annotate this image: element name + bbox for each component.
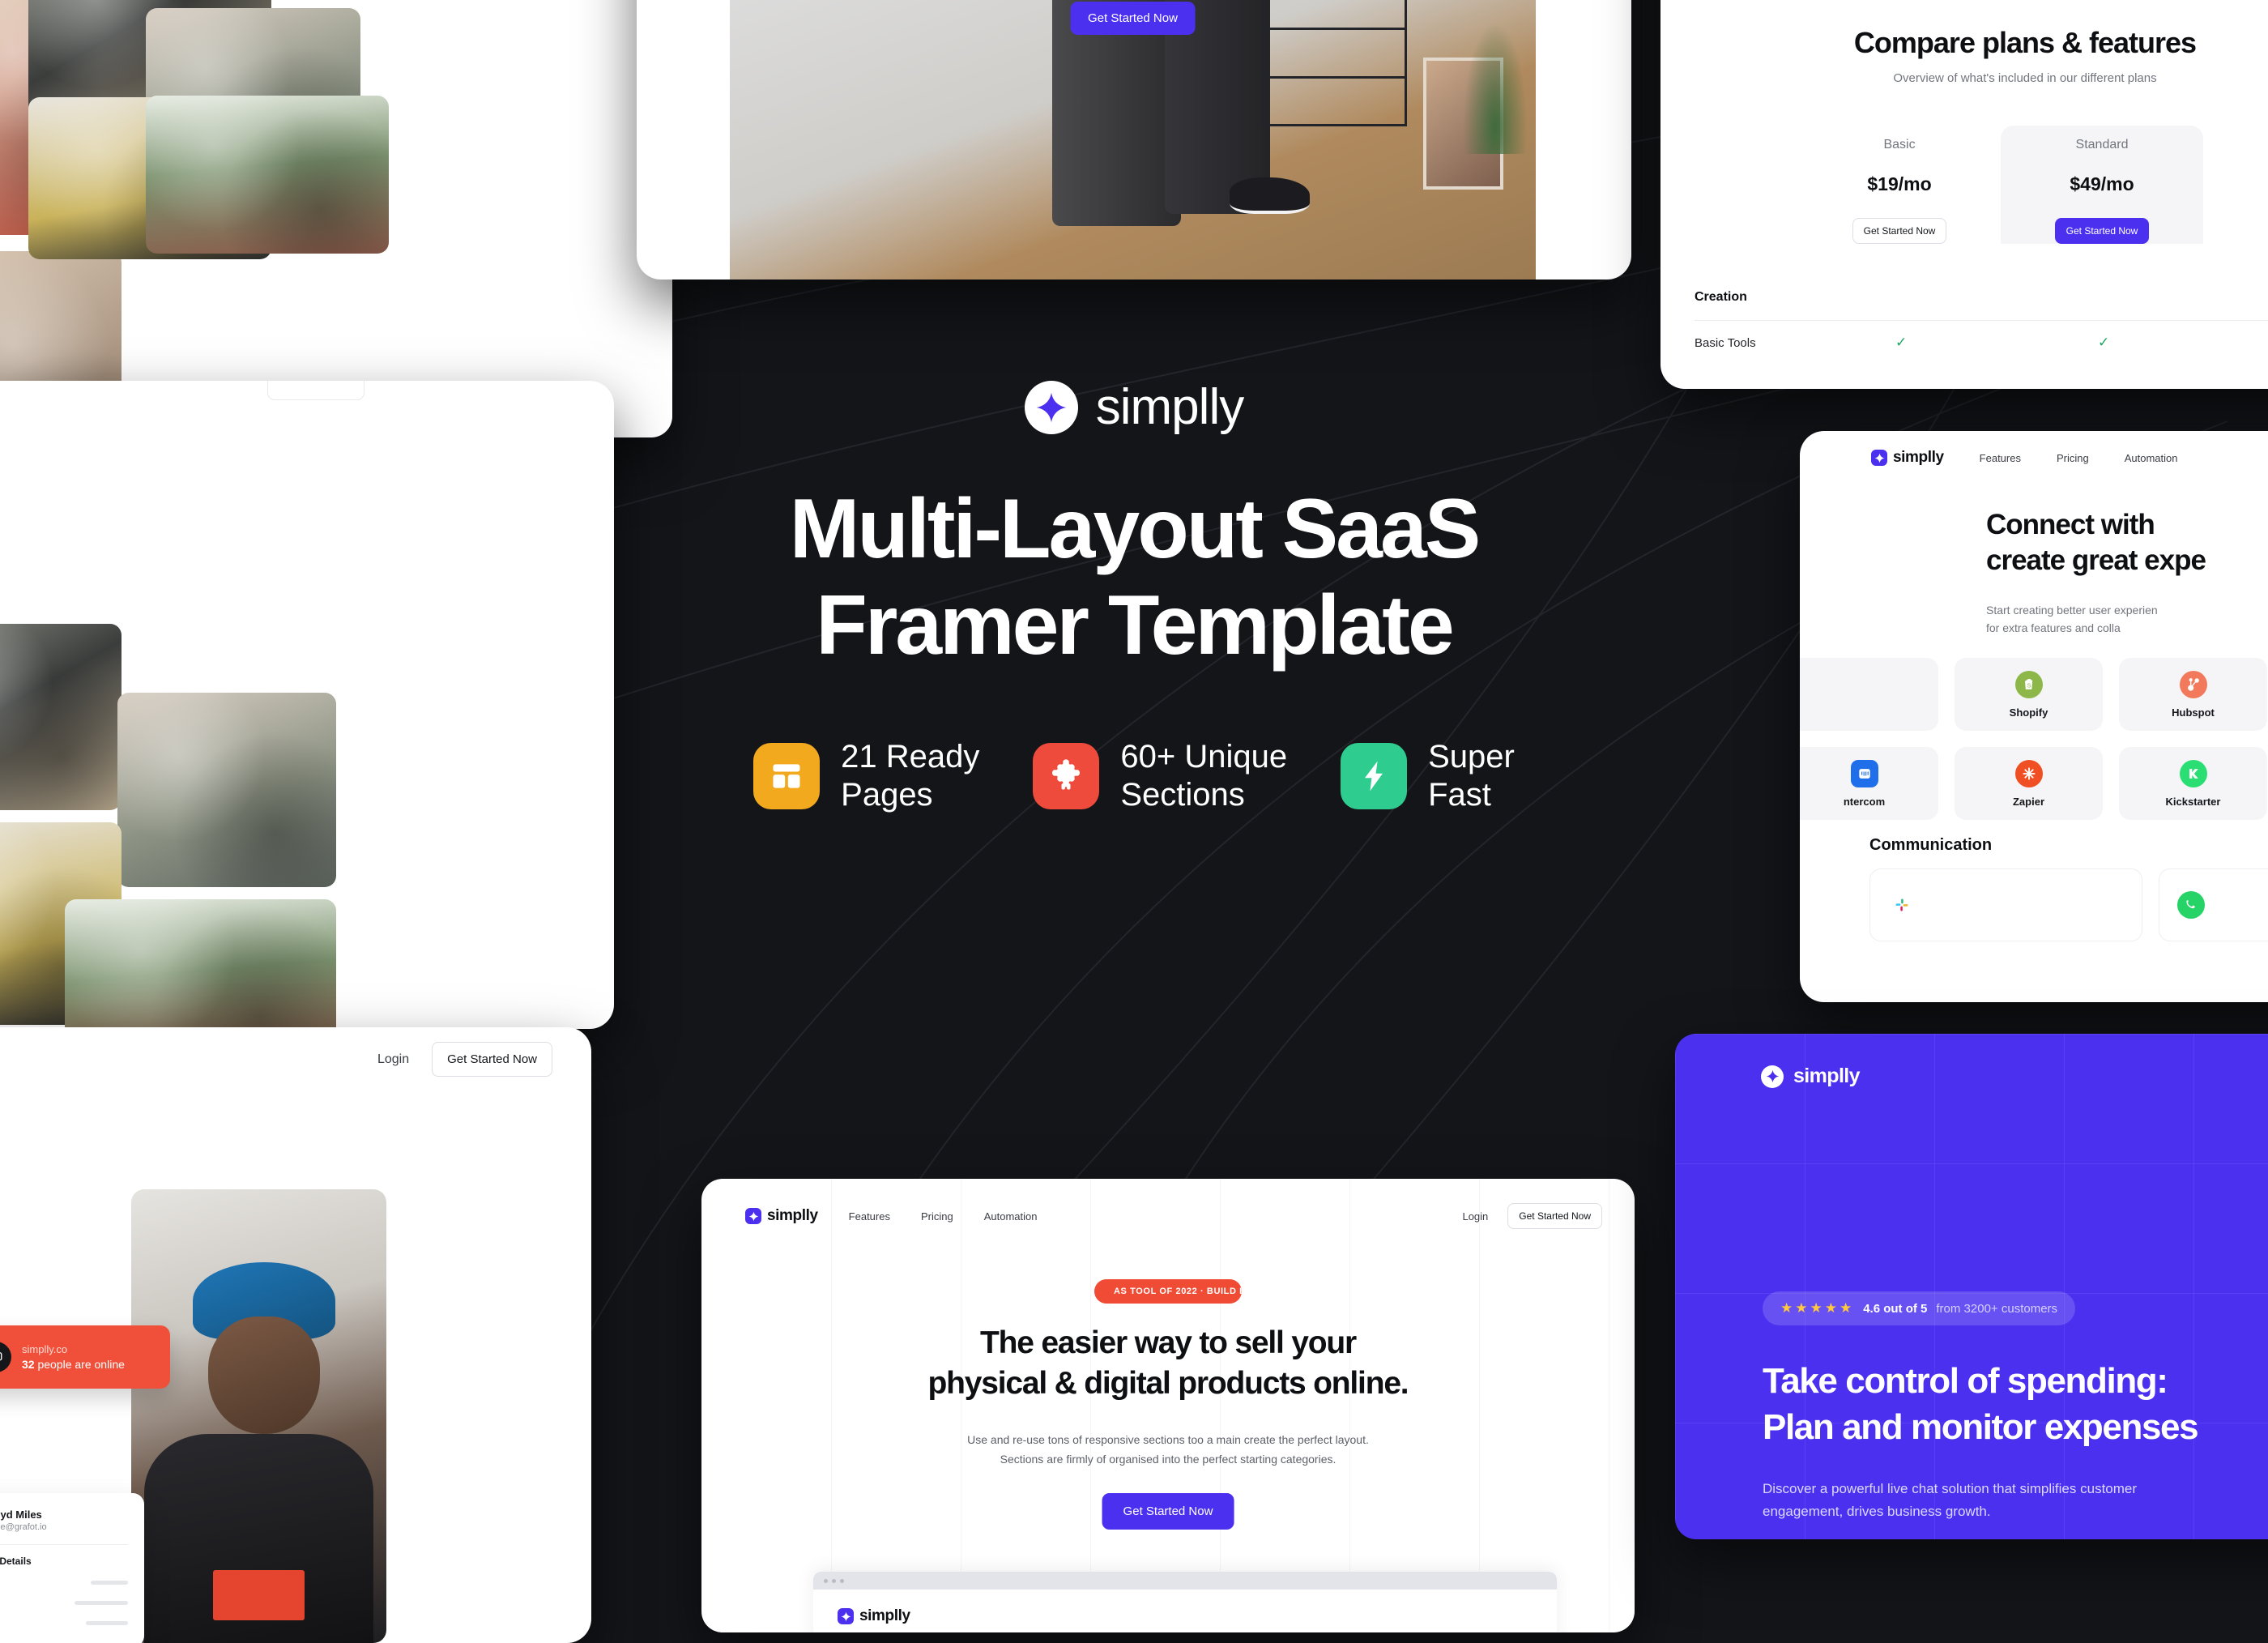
- four-point-star-icon: [1024, 381, 1078, 434]
- nav-link-features[interactable]: Features: [849, 1210, 890, 1223]
- feature-unique-sections: 60+ Unique Sections: [1033, 738, 1287, 814]
- lightning-bolt-icon: [1341, 743, 1408, 810]
- get-started-button[interactable]: Get Started Now: [1507, 1203, 1602, 1229]
- four-point-star-icon: [838, 1608, 854, 1624]
- pricing-header: Compare plans & features Overview of wha…: [1660, 26, 2268, 85]
- rating-value: 4.6 out of 5: [1863, 1301, 1928, 1316]
- sell-cta-button[interactable]: Get Started Now: [1102, 1493, 1234, 1530]
- detail-row: Location: [0, 1598, 128, 1607]
- feature-label: Super Fast: [1428, 739, 1515, 813]
- customer-name: Floyd Miles: [0, 1508, 42, 1521]
- brand-name: simplly: [1793, 1065, 1861, 1087]
- plan-price: $19/mo: [1867, 173, 1932, 194]
- whatsapp-icon: [2177, 891, 2205, 919]
- brand-name: simplly: [859, 1607, 910, 1624]
- communication-grid: [1869, 868, 2268, 941]
- feature-label: 21 Ready Pages: [841, 739, 980, 813]
- four-point-star-icon: [745, 1208, 761, 1224]
- hero-get-started-button[interactable]: Get Started Now: [1070, 2, 1196, 35]
- brand-name: simplly: [767, 1207, 818, 1224]
- plan-cta-basic[interactable]: Get Started Now: [1852, 218, 1947, 244]
- browser-titlebar: [813, 1572, 1557, 1590]
- hero-section: simplly Multi-Layout SaaS Framer Templat…: [0, 381, 2268, 814]
- pricing-heading: Compare plans & features: [1853, 26, 2197, 59]
- pricing-column-standard: Standard $49/mo Get Started Now: [2001, 126, 2203, 244]
- plan-name: Standard: [2075, 138, 2129, 151]
- integrations-section-title: Communication: [1869, 836, 1993, 854]
- plan-price: $49/mo: [2070, 173, 2134, 194]
- feature-ready-pages: 21 Ready Pages: [753, 738, 979, 814]
- customer-details-panel: Floyd Miles kylee@grafot.io Customer Det…: [0, 1493, 144, 1643]
- background-grid: [1675, 1034, 2268, 1539]
- sell-card-nav: simplly Features Pricing Automation Logi…: [745, 1203, 1602, 1229]
- hero-title-line1: Multi-Layout SaaS: [789, 482, 1481, 576]
- sell-landing-card: simplly Features Pricing Automation Logi…: [701, 1179, 1635, 1632]
- four-point-star-icon: [1761, 1065, 1784, 1088]
- spend-heading: Take control of spending: Plan and monit…: [1763, 1361, 2199, 1448]
- brand-logo[interactable]: simplly: [1761, 1065, 1861, 1088]
- hero-brand: simplly: [1024, 379, 1244, 435]
- customer-details-title: Customer Details: [0, 1556, 32, 1567]
- pricing-section-title: Creation: [1695, 290, 1747, 304]
- chat-bubble-icon: [0, 1342, 11, 1372]
- detail-row: Age: [0, 1577, 128, 1587]
- customer-email: kylee@grafot.io: [0, 1521, 47, 1532]
- login-link[interactable]: Login: [377, 1052, 409, 1067]
- integration-tile-whatsapp[interactable]: [2159, 868, 2268, 941]
- plan-name: Basic: [1883, 138, 1916, 151]
- hero-photo: Get Started Now: [730, 0, 1536, 280]
- spending-card: simplly ★★★★★ 4.6 out of 5 from 3200+ cu…: [1675, 1034, 2268, 1539]
- sell-heading: The easier way to sell your physical & d…: [927, 1325, 1409, 1401]
- toast-message: people are online: [37, 1358, 125, 1371]
- spend-paragraph: Discover a powerful live chat solution t…: [1763, 1481, 2138, 1519]
- brand-logo[interactable]: simplly: [745, 1207, 818, 1225]
- sell-paragraph: Use and re-use tons of responsive sectio…: [967, 1433, 1369, 1466]
- layout-grid-icon: [753, 743, 821, 810]
- rating-badge: ★★★★★ 4.6 out of 5 from 3200+ customers: [1763, 1291, 2076, 1325]
- customer-photo: [131, 1189, 386, 1643]
- check-icon: ✓: [1895, 335, 1908, 350]
- feature-badges: 21 Ready Pages 60+ Unique Sections Super…: [753, 738, 1515, 814]
- integration-tile-slack[interactable]: [1869, 868, 2142, 941]
- toast-site: simplly.co: [22, 1343, 68, 1355]
- feature-label: 60+ Unique Sections: [1120, 739, 1288, 813]
- check-icon: ✓: [2098, 335, 2110, 350]
- pricing-subheading: Overview of what's included in our diffe…: [1893, 71, 2157, 85]
- puzzle-piece-icon: [1033, 743, 1100, 810]
- customer-identity: Floyd Miles kylee@grafot.io: [0, 1508, 128, 1532]
- collage-photo: [65, 899, 336, 1029]
- get-started-button[interactable]: Get Started Now: [432, 1042, 552, 1077]
- toast-count: 32: [22, 1358, 35, 1371]
- live-chat-card: ation Login Get Started Now r ease omer …: [0, 1027, 591, 1643]
- pricing-column-basic: Basic $19/mo Get Started Now: [1798, 126, 2001, 244]
- slack-icon: [1888, 891, 1916, 919]
- hero-preview-card: Get Started Now We have served more than…: [637, 0, 1631, 280]
- hero-brand-name: simplly: [1095, 379, 1244, 435]
- divider: [0, 1544, 128, 1545]
- background-grid: [701, 1179, 1635, 1632]
- browser-mockup: simplly: [813, 1572, 1557, 1632]
- announcement-badge: AS TOOL OF 2022 · BUILD EASY WEB: [1094, 1279, 1242, 1304]
- photo-collage-card-top: [0, 0, 672, 437]
- nav-link-pricing[interactable]: Pricing: [921, 1210, 953, 1223]
- detail-row: Device: [0, 1618, 128, 1628]
- pricing-columns: Basic $19/mo Get Started Now Standard $4…: [1798, 126, 2268, 244]
- plan-cta-standard[interactable]: Get Started Now: [2054, 218, 2150, 244]
- pricing-comparison-card: No credit card required No credit card r…: [1660, 0, 2268, 389]
- chat-card-nav: Login Get Started Now: [0, 1042, 552, 1077]
- collage-photo: [146, 96, 389, 254]
- hero-title-line2: Framer Template: [816, 578, 1454, 672]
- feature-super-fast: Super Fast: [1341, 738, 1515, 814]
- pricing-divider: [1695, 320, 2268, 321]
- pricing-row-label: Basic Tools: [1695, 336, 1756, 350]
- brand-logo[interactable]: simplly: [838, 1607, 1533, 1625]
- rating-customers: from 3200+ customers: [1936, 1301, 2058, 1316]
- page-title: Multi-Layout SaaS Framer Template: [789, 481, 1481, 673]
- star-rating-icon: ★★★★★: [1780, 1300, 1855, 1316]
- nav-link-automation[interactable]: Automation: [984, 1210, 1038, 1223]
- online-users-toast: simplly.co 32 people are online: [0, 1325, 170, 1389]
- login-link[interactable]: Login: [1462, 1210, 1488, 1223]
